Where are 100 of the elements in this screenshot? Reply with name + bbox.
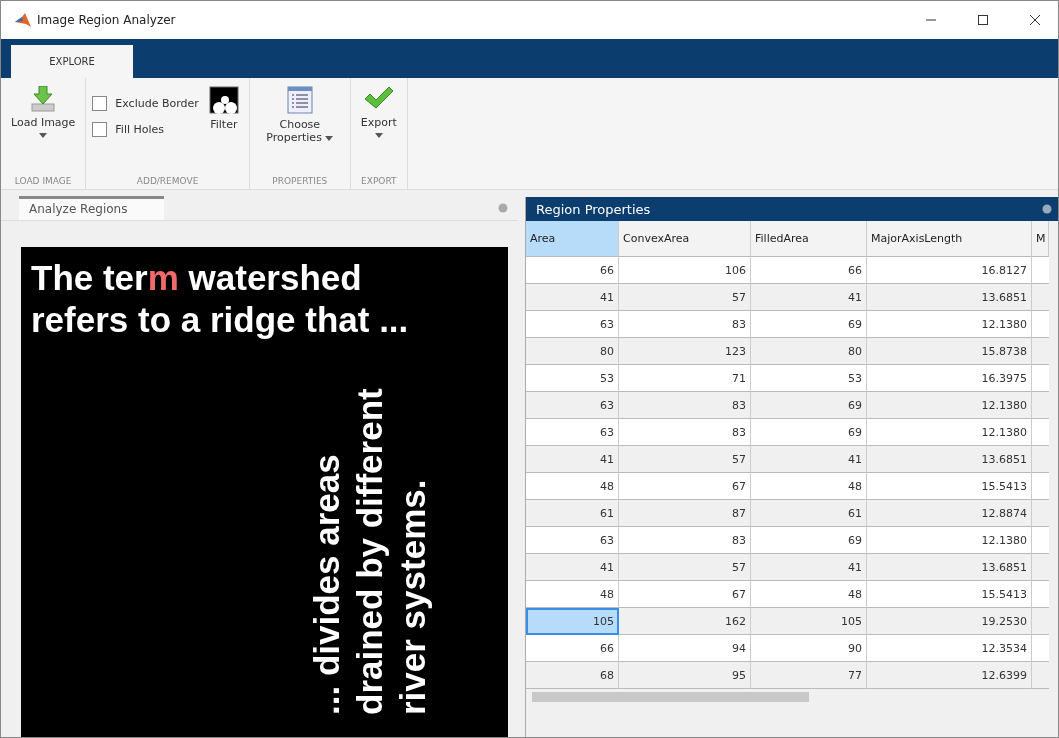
table-cell[interactable]: 162	[619, 608, 751, 635]
table-cell[interactable]: 69	[751, 311, 867, 338]
table-cell[interactable]: 106	[619, 257, 751, 284]
table-cell[interactable]: 13.6851	[867, 446, 1032, 473]
table-cell[interactable]: 80	[526, 338, 619, 365]
checkbox[interactable]	[92, 121, 108, 137]
table-cell[interactable]: 77	[751, 662, 867, 689]
filter-button[interactable]: Filter	[204, 84, 243, 133]
table-cell[interactable]: 83	[619, 419, 751, 446]
table-cell[interactable]: 48	[751, 473, 867, 500]
table-cell[interactable]: 16.3975	[867, 365, 1032, 392]
table-cell[interactable]: 95	[619, 662, 751, 689]
column-header[interactable]: Area	[526, 221, 619, 257]
table-cell[interactable]: 41	[526, 446, 619, 473]
close-icon[interactable]	[1030, 15, 1040, 25]
table-cell[interactable]: 19.2530	[867, 608, 1032, 635]
table-cell[interactable]: 83	[619, 311, 751, 338]
image-text-line: The term watershed	[31, 257, 362, 299]
table-cell[interactable]: 15.5413	[867, 473, 1032, 500]
table-cell[interactable]: 61	[751, 500, 867, 527]
table-cell[interactable]: 57	[619, 446, 751, 473]
checkbox[interactable]	[92, 95, 108, 111]
table-cell[interactable]: 69	[751, 392, 867, 419]
caret-icon	[39, 133, 48, 138]
column-header[interactable]: FilledArea	[751, 221, 867, 257]
table-cell[interactable]: 48	[526, 473, 619, 500]
column-header[interactable]: M	[1032, 221, 1049, 257]
table-cell[interactable]	[1032, 257, 1049, 284]
table-cell[interactable]: 48	[526, 581, 619, 608]
section-label: PROPERTIES	[271, 175, 329, 188]
table-cell[interactable]: 66	[751, 257, 867, 284]
table-cell[interactable]: 94	[619, 635, 751, 662]
checkbox-label: Exclude Border	[115, 96, 199, 110]
table-cell[interactable]: 83	[619, 527, 751, 554]
table-cell[interactable]: 41	[751, 284, 867, 311]
table-cell[interactable]: 12.6399	[867, 662, 1032, 689]
panel-tab[interactable]: Analyze Regions	[19, 196, 164, 220]
checkbox-label: Fill Holes	[115, 122, 165, 136]
choose-properties-button[interactable]: Choose Properties	[255, 84, 344, 146]
table-cell[interactable]: 66	[526, 257, 619, 284]
table-cell[interactable]: 63	[526, 311, 619, 338]
table-cell[interactable]: 66	[526, 635, 619, 662]
table-cell[interactable]: 83	[619, 392, 751, 419]
table-cell[interactable]: 63	[526, 392, 619, 419]
table-cell[interactable]: 63	[526, 527, 619, 554]
table-cell[interactable]: 12.3534	[867, 635, 1032, 662]
table-cell[interactable]: 67	[619, 473, 751, 500]
table-cell[interactable]: 61	[526, 500, 619, 527]
table-cell[interactable]: 53	[751, 365, 867, 392]
load-image-button[interactable]: Load Image	[7, 84, 80, 140]
table-cell[interactable]: 90	[751, 635, 867, 662]
table-cell[interactable]	[1032, 473, 1049, 500]
table-cell[interactable]: 57	[619, 554, 751, 581]
export-button[interactable]: Export	[356, 84, 401, 140]
table-cell[interactable]: 105	[526, 608, 619, 635]
app-logo-icon	[15, 13, 31, 27]
image-text-line: refers to a ridge that ...	[31, 299, 409, 341]
table-cell[interactable]: 41	[526, 284, 619, 311]
image-text-line: river systems.	[392, 479, 433, 715]
table-cell[interactable]: 16.8127	[867, 257, 1032, 284]
table-cell[interactable]: 123	[619, 338, 751, 365]
table-cell[interactable]: 87	[619, 500, 751, 527]
table-cell[interactable]: 53	[526, 365, 619, 392]
panel-options-icon[interactable]	[498, 203, 508, 213]
ribbon-tab[interactable]: EXPLORE	[11, 45, 133, 78]
section-label: EXPORT	[360, 175, 398, 188]
table-cell[interactable]: 63	[526, 419, 619, 446]
table-cell[interactable]: 41	[751, 554, 867, 581]
image-text-line: ... divides areas	[306, 454, 347, 715]
table-cell[interactable]: 105	[751, 608, 867, 635]
table-cell[interactable]: 69	[751, 419, 867, 446]
table-cell[interactable]	[1032, 527, 1049, 554]
table-cell[interactable]	[1032, 635, 1049, 662]
section-label: ADD/REMOVE	[135, 175, 200, 188]
table-cell[interactable]: 12.1380	[867, 311, 1032, 338]
table-cell[interactable]: 12.1380	[867, 419, 1032, 446]
table-cell[interactable]: 69	[751, 527, 867, 554]
table-cell[interactable]	[1032, 419, 1049, 446]
table-cell[interactable]: 67	[619, 581, 751, 608]
table-cell[interactable]	[1032, 581, 1049, 608]
table-cell[interactable]	[1032, 311, 1049, 338]
table-cell[interactable]: 80	[751, 338, 867, 365]
table-cell[interactable]: 41	[751, 446, 867, 473]
table-cell[interactable]: 13.6851	[867, 284, 1032, 311]
table-cell[interactable]: 48	[751, 581, 867, 608]
table-cell[interactable]: 12.8874	[867, 500, 1032, 527]
table-cell[interactable]: 12.1380	[867, 392, 1032, 419]
panel-options-icon[interactable]	[1042, 204, 1052, 214]
column-header[interactable]: ConvexArea	[619, 221, 751, 257]
table-cell[interactable]: 41	[526, 554, 619, 581]
table-cell[interactable]: 13.6851	[867, 554, 1032, 581]
table-cell[interactable]: 12.1380	[867, 527, 1032, 554]
maximize-icon[interactable]	[978, 15, 988, 25]
table-cell[interactable]: 15.8738	[867, 338, 1032, 365]
table-cell[interactable]: 71	[619, 365, 751, 392]
table-cell[interactable]: 68	[526, 662, 619, 689]
table-cell[interactable]	[1032, 365, 1049, 392]
table-cell[interactable]: 15.5413	[867, 581, 1032, 608]
column-header[interactable]: MajorAxisLength	[867, 221, 1032, 257]
table-cell[interactable]: 57	[619, 284, 751, 311]
